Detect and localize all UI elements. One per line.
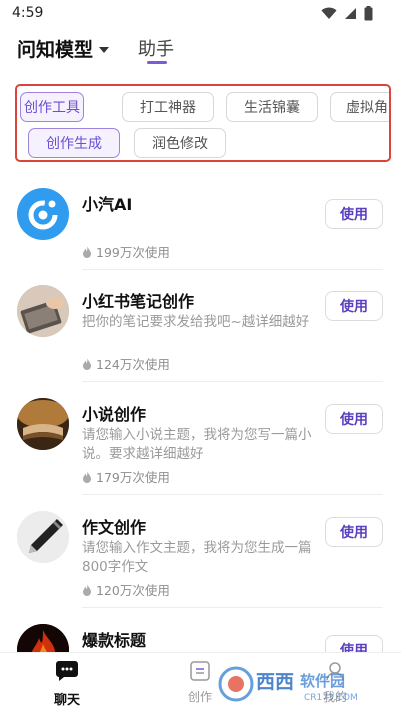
avatar	[17, 188, 69, 240]
pen-photo-icon	[17, 511, 69, 563]
usage-text: 120万次使用	[96, 583, 170, 598]
model-title-label: 问知模型	[17, 39, 94, 61]
status-bar: 4:59	[0, 0, 401, 28]
battery-icon	[364, 6, 373, 21]
chip-creation-tools[interactable]: 创作工具	[20, 92, 84, 122]
chip-life-tips[interactable]: 生活锦囊	[226, 92, 318, 122]
usage-count: 120万次使用	[82, 580, 170, 599]
divider	[82, 494, 383, 495]
usage-count: 199万次使用	[82, 242, 170, 261]
avatar	[17, 398, 69, 450]
divider	[82, 607, 383, 608]
usage-text: 199万次使用	[96, 245, 170, 260]
tab-active-indicator	[147, 61, 167, 64]
chip-polish-edit[interactable]: 润色修改	[134, 128, 226, 158]
item-title: 小汽AI	[82, 195, 133, 214]
use-button[interactable]: 使用	[325, 199, 383, 229]
usage-count: 179万次使用	[82, 467, 170, 486]
xiaoqi-logo-icon	[28, 200, 58, 230]
use-button[interactable]: 使用	[325, 291, 383, 321]
status-time: 4:59	[12, 5, 44, 21]
category-filter-box: 创作工具 打工神器 生活锦囊 虚拟角 创作生成 润色修改	[15, 84, 391, 162]
item-title: 小红书笔记创作	[82, 292, 195, 311]
model-selector[interactable]: 问知模型	[17, 35, 110, 62]
flame-icon	[83, 470, 91, 483]
nav-chat[interactable]: 聊天	[27, 661, 107, 708]
cr173-watermark-icon: 西西 软件园 CR173.COM	[218, 666, 358, 703]
divider	[82, 269, 383, 270]
chip-creation-generate[interactable]: 创作生成	[28, 128, 120, 158]
item-description: 请您输入作文主题，我将为您生成一篇800字作文	[82, 540, 312, 575]
item-title: 小说创作	[82, 405, 147, 424]
flame-icon	[83, 245, 91, 258]
chat-icon	[56, 661, 78, 681]
create-icon	[190, 661, 210, 681]
item-description: 把你的笔记要求发给我吧~越详细越好	[82, 314, 310, 330]
watermark-logo: 西西 软件园 CR173.COM	[216, 664, 386, 704]
avatar	[17, 285, 69, 337]
avatar	[17, 511, 69, 563]
chip-virtual-role[interactable]: 虚拟角	[330, 92, 389, 122]
use-button[interactable]: 使用	[325, 404, 383, 434]
wifi-icon	[321, 7, 337, 19]
signal-icon	[345, 8, 356, 19]
use-button[interactable]: 使用	[325, 517, 383, 547]
chevron-down-icon	[99, 46, 110, 53]
divider	[82, 381, 383, 382]
book-photo-icon	[17, 398, 69, 450]
usage-text: 179万次使用	[96, 470, 170, 485]
item-title: 爆款标题	[82, 631, 147, 650]
flame-icon	[83, 583, 91, 596]
item-description: 请您输入小说主题，我将为您写一篇小说。要求越详细越好	[82, 427, 312, 462]
usage-count: 124万次使用	[82, 354, 170, 373]
laptop-photo-icon	[17, 285, 69, 337]
tab-assistant[interactable]: 助手	[138, 35, 174, 61]
top-header: 问知模型 助手	[0, 30, 401, 70]
svg-text:CR173.COM: CR173.COM	[304, 693, 358, 703]
system-icons	[321, 6, 373, 21]
svg-text:软件园: 软件园	[300, 672, 345, 690]
usage-text: 124万次使用	[96, 357, 170, 372]
chip-work-tools[interactable]: 打工神器	[122, 92, 214, 122]
flame-icon	[83, 357, 91, 370]
nav-chat-label: 聊天	[53, 693, 80, 708]
svg-text:西西: 西西	[256, 671, 294, 693]
item-title: 作文创作	[82, 518, 147, 537]
